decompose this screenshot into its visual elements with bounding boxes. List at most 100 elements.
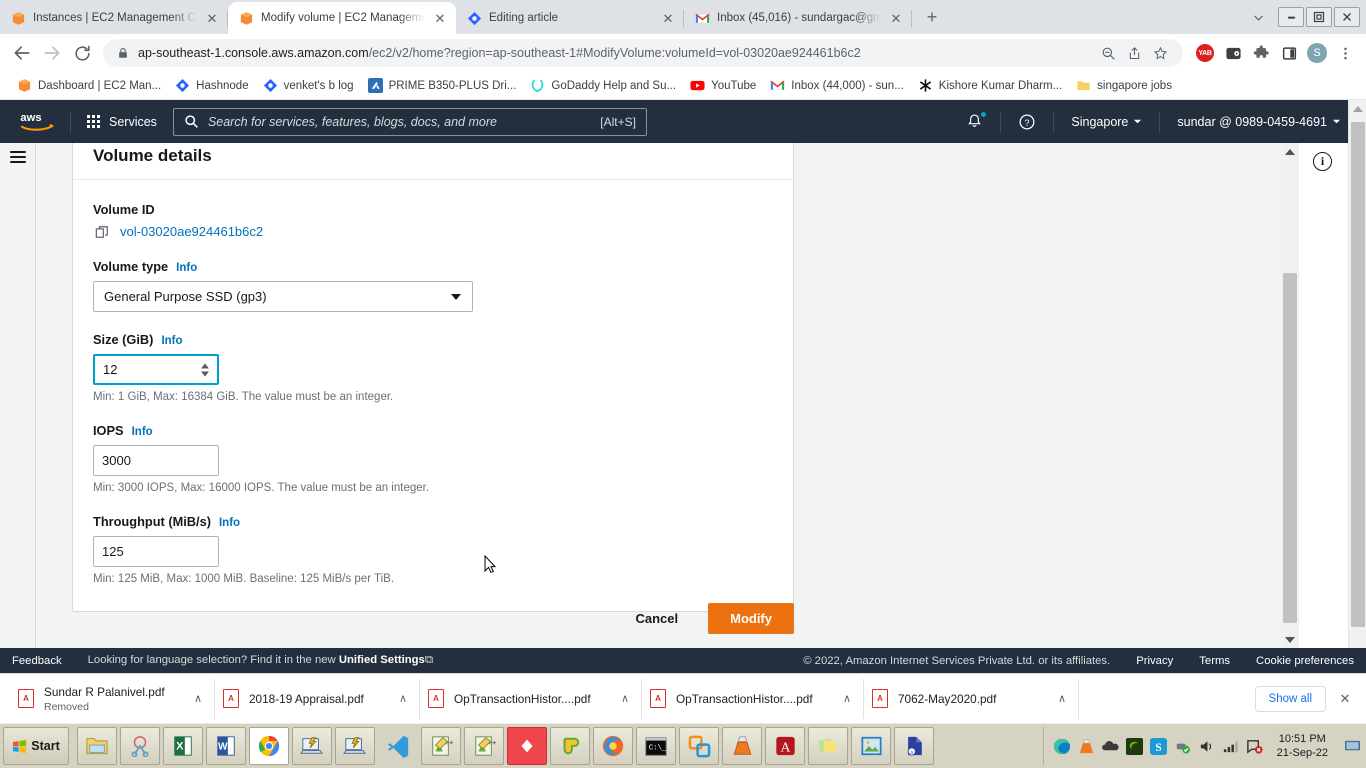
unified-settings-link[interactable]: Unified Settings bbox=[339, 654, 425, 666]
info-link-throughput[interactable]: Info bbox=[219, 517, 240, 529]
reading-list-icon[interactable] bbox=[1275, 39, 1303, 67]
extension-pocket-icon[interactable] bbox=[1219, 39, 1247, 67]
notepadpp-icon[interactable]: ++ bbox=[421, 727, 461, 765]
browser-tab-3[interactable]: Inbox (45,016) - sundargac@gmail.c ✕ bbox=[684, 2, 912, 34]
taskbar-clock[interactable]: 10:51 PM 21-Sep-22 bbox=[1270, 732, 1335, 761]
bookmark-singapore-jobs-folder[interactable]: singapore jobs bbox=[1069, 76, 1179, 95]
word-icon[interactable]: W bbox=[206, 727, 246, 765]
hamburger-menu-icon[interactable] bbox=[9, 151, 26, 163]
network-icon[interactable] bbox=[1222, 738, 1239, 755]
vlc-tray-icon[interactable] bbox=[1078, 738, 1095, 755]
download-item[interactable]: A OpTransactionHistor....pdf ∧ bbox=[420, 678, 642, 719]
volume-icon[interactable] bbox=[1198, 738, 1215, 755]
browser-scroll-up-arrow-icon[interactable] bbox=[1349, 100, 1366, 117]
chrome-menu-icon[interactable] bbox=[1331, 39, 1359, 67]
new-tab-button[interactable]: + bbox=[918, 3, 946, 31]
info-link-size[interactable]: Info bbox=[161, 335, 182, 347]
firefox-icon[interactable] bbox=[593, 727, 633, 765]
search-input[interactable] bbox=[207, 114, 601, 129]
aws-search-box[interactable]: [Alt+S] bbox=[172, 107, 647, 136]
region-selector[interactable]: Singapore bbox=[1058, 100, 1155, 143]
scrollbar-thumb[interactable] bbox=[1283, 273, 1297, 623]
terms-link[interactable]: Terms bbox=[1199, 655, 1230, 667]
start-button[interactable]: Start bbox=[3, 727, 69, 765]
vmware-icon[interactable] bbox=[679, 727, 719, 765]
browser-scrollbar-thumb[interactable] bbox=[1351, 122, 1365, 627]
bookmark-venkets-blog[interactable]: venket's b log bbox=[256, 76, 361, 95]
tab-close-icon[interactable]: ✕ bbox=[888, 10, 904, 26]
bookmark-dashboard-ec2[interactable]: Dashboard | EC2 Man... bbox=[10, 76, 168, 95]
info-circle-icon[interactable]: i bbox=[1313, 152, 1332, 171]
bookmark-prime-b350[interactable]: PRIME B350-PLUS Dri... bbox=[361, 76, 524, 95]
account-menu[interactable]: sundar @ 0989-0459-4691 bbox=[1164, 100, 1354, 143]
excel-icon[interactable]: X bbox=[163, 727, 203, 765]
cmd-icon[interactable]: C:\_ bbox=[636, 727, 676, 765]
bookmark-inbox-gmail[interactable]: Inbox (44,000) - sun... bbox=[763, 76, 911, 95]
yab-extension-icon[interactable]: YAB bbox=[1191, 39, 1219, 67]
sticky-notes-icon[interactable] bbox=[808, 727, 848, 765]
volume-id-link[interactable]: vol-03020ae924461b6c2 bbox=[120, 224, 263, 239]
star-icon[interactable] bbox=[1147, 40, 1173, 66]
bookmark-kishore-kumar[interactable]: Kishore Kumar Dharm... bbox=[911, 76, 1069, 95]
services-menu-button[interactable]: Services bbox=[75, 100, 169, 143]
profile-avatar-icon[interactable]: S bbox=[1303, 39, 1331, 67]
throughput-input[interactable]: 125 bbox=[93, 536, 219, 567]
scroll-up-arrow-icon[interactable] bbox=[1281, 143, 1299, 160]
notepadpp-2-icon[interactable]: ++ bbox=[464, 727, 504, 765]
bookmark-godaddy[interactable]: GoDaddy Help and Su... bbox=[523, 76, 683, 95]
sublime-icon[interactable] bbox=[507, 727, 547, 765]
privacy-link[interactable]: Privacy bbox=[1136, 655, 1173, 667]
photos-icon[interactable] bbox=[851, 727, 891, 765]
info-link-iops[interactable]: Info bbox=[132, 426, 153, 438]
download-menu-caret-icon[interactable]: ∧ bbox=[827, 692, 851, 705]
info-link-volume-type[interactable]: Info bbox=[176, 262, 197, 274]
volume-type-select[interactable]: General Purpose SSD (gp3) bbox=[93, 281, 473, 312]
tab-close-icon[interactable]: ✕ bbox=[204, 10, 220, 26]
scroll-down-arrow-icon[interactable] bbox=[1281, 631, 1299, 648]
browser-scrollbar[interactable] bbox=[1348, 100, 1366, 673]
show-all-downloads-button[interactable]: Show all bbox=[1254, 685, 1326, 712]
feedback-link[interactable]: Feedback bbox=[12, 655, 62, 667]
browser-tab-0[interactable]: Instances | EC2 Management Conso ✕ bbox=[0, 2, 228, 34]
download-menu-caret-icon[interactable]: ∧ bbox=[605, 692, 629, 705]
close-window-button[interactable] bbox=[1334, 7, 1360, 27]
cookie-preferences-link[interactable]: Cookie preferences bbox=[1256, 655, 1354, 667]
tab-close-icon[interactable]: ✕ bbox=[432, 10, 448, 26]
size-input[interactable]: 12 bbox=[93, 354, 219, 385]
cancel-button[interactable]: Cancel bbox=[623, 604, 690, 633]
page-scrollbar[interactable] bbox=[1281, 143, 1299, 648]
tab-search-chevron-down-icon[interactable] bbox=[1244, 2, 1272, 32]
s-blue-icon[interactable]: S bbox=[1149, 737, 1167, 755]
download-menu-caret-icon[interactable]: ∧ bbox=[383, 692, 407, 705]
tab-close-icon[interactable]: ✕ bbox=[660, 10, 676, 26]
vlc-icon[interactable] bbox=[722, 727, 762, 765]
acrobat-icon[interactable]: A bbox=[765, 727, 805, 765]
size-stepper[interactable] bbox=[198, 363, 212, 376]
snipping-tool-icon[interactable] bbox=[120, 727, 160, 765]
usb-safe-remove-icon[interactable] bbox=[1174, 738, 1191, 755]
maximize-restore-button[interactable] bbox=[1306, 7, 1332, 27]
download-item[interactable]: A OpTransactionHistor....pdf ∧ bbox=[642, 678, 864, 719]
extensions-puzzle-icon[interactable] bbox=[1247, 39, 1275, 67]
minimize-button[interactable] bbox=[1278, 7, 1304, 27]
forward-button[interactable] bbox=[37, 38, 67, 68]
remote-desktop-2-icon[interactable] bbox=[335, 727, 375, 765]
share-icon[interactable] bbox=[1121, 40, 1147, 66]
aws-logo[interactable]: aws bbox=[10, 109, 66, 135]
bookmark-youtube[interactable]: YouTube bbox=[683, 76, 763, 95]
back-button[interactable] bbox=[7, 38, 37, 68]
copy-icon[interactable] bbox=[95, 225, 109, 239]
file-explorer-icon[interactable] bbox=[77, 727, 117, 765]
reload-button[interactable] bbox=[67, 38, 97, 68]
help-question-icon[interactable]: ? bbox=[1005, 100, 1049, 143]
remote-desktop-icon[interactable] bbox=[292, 727, 332, 765]
download-item[interactable]: A 7062-May2020.pdf ∧ bbox=[864, 678, 1079, 719]
rdp-green-icon[interactable] bbox=[550, 727, 590, 765]
vscode-icon[interactable] bbox=[378, 727, 418, 765]
close-download-shelf-icon[interactable]: ✕ bbox=[1332, 691, 1358, 707]
edge-icon[interactable] bbox=[1053, 738, 1071, 755]
bookmark-hashnode[interactable]: Hashnode bbox=[168, 76, 255, 95]
browser-tab-1[interactable]: Modify volume | EC2 Management C ✕ bbox=[228, 2, 456, 34]
iops-input[interactable]: 3000 bbox=[93, 445, 219, 476]
show-desktop-icon[interactable] bbox=[1342, 730, 1362, 762]
